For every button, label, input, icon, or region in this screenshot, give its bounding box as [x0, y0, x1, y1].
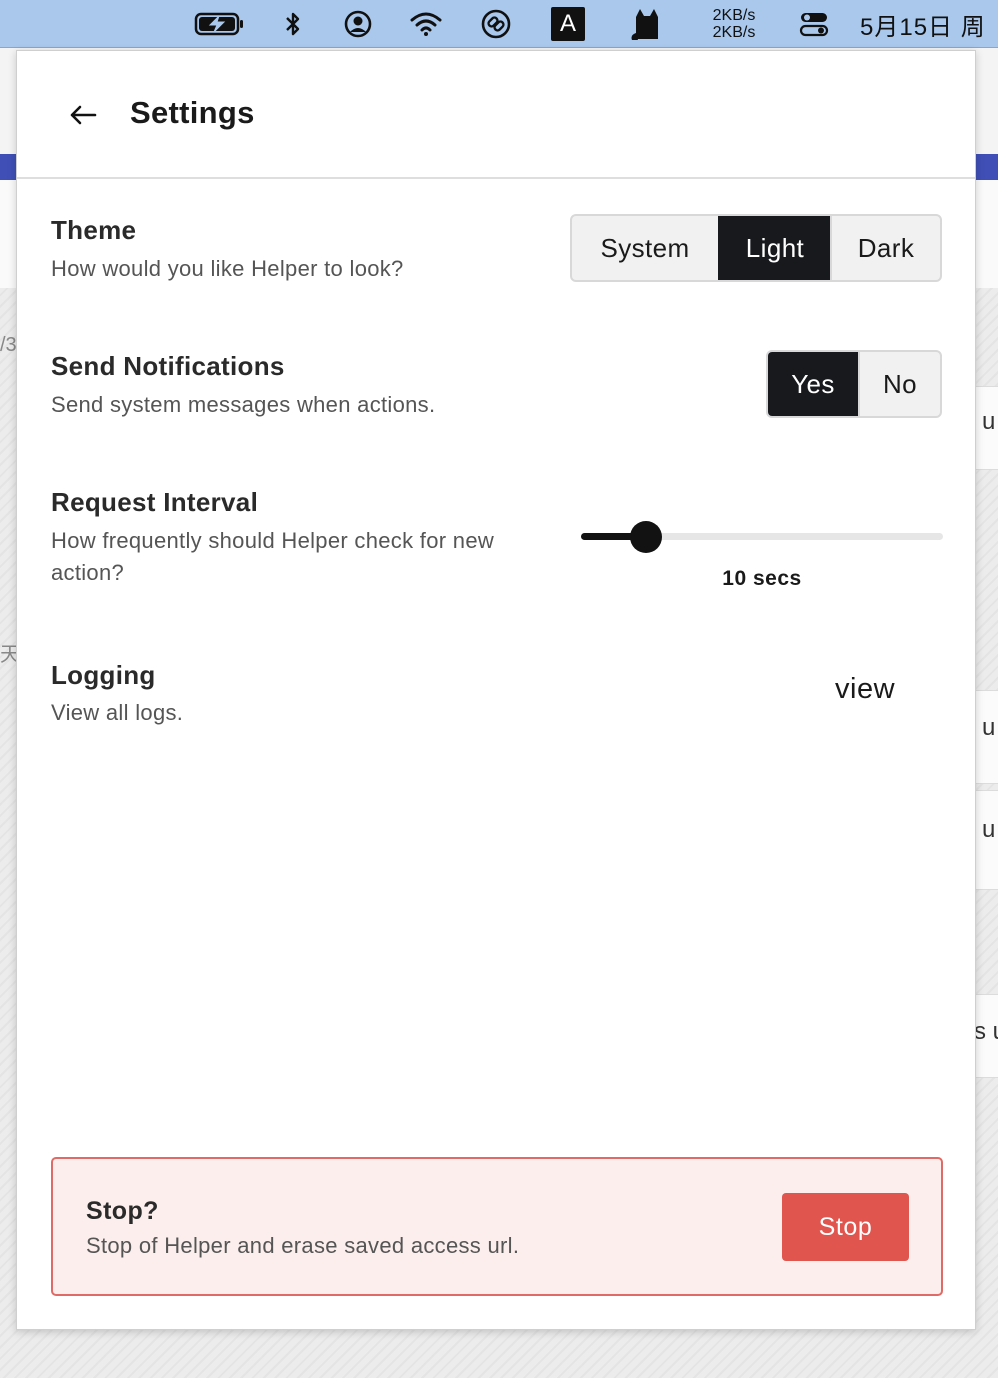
theme-selector: System Light Dark — [570, 214, 942, 282]
background-text: /3 — [0, 334, 17, 356]
notifications-description: Send system messages when actions. — [51, 392, 436, 417]
notifications-selector: Yes No — [766, 350, 942, 418]
theme-option-dark[interactable]: Dark — [830, 216, 940, 280]
network-download-rate: 2KB/s — [712, 24, 756, 41]
notifications-title: Send Notifications — [51, 351, 285, 381]
request-interval-description: How frequently should Helper check for n… — [51, 528, 495, 585]
battery-charging-icon[interactable] — [192, 0, 248, 48]
arrow-left-icon — [70, 105, 97, 125]
link-icon[interactable] — [478, 0, 514, 48]
theme-description: How would you like Helper to look? — [51, 256, 404, 281]
input-method-icon[interactable]: A — [551, 0, 585, 48]
logging-description: View all logs. — [51, 700, 184, 725]
input-method-label: A — [551, 7, 585, 41]
theme-option-light[interactable]: Light — [718, 216, 830, 280]
slider-thumb[interactable] — [630, 521, 662, 553]
user-account-icon[interactable] — [340, 0, 376, 48]
bluetooth-icon[interactable] — [278, 0, 308, 48]
logging-title: Logging — [51, 660, 156, 690]
theme-title: Theme — [51, 215, 137, 245]
request-interval-slider[interactable] — [581, 519, 943, 555]
wifi-icon[interactable] — [406, 0, 446, 48]
request-interval-value: 10 secs — [722, 567, 802, 590]
notifications-option-no[interactable]: No — [858, 352, 940, 416]
notifications-option-yes[interactable]: Yes — [768, 352, 858, 416]
stop-button[interactable]: Stop — [782, 1193, 909, 1261]
request-interval-title: Request Interval — [51, 487, 259, 517]
settings-header: Settings — [17, 51, 975, 179]
page-title: Settings — [130, 95, 255, 130]
stop-title: Stop? — [86, 1197, 159, 1225]
menu-bar: A 2KB/s 2KB/s 5月15日 周 — [0, 0, 998, 48]
back-button[interactable] — [63, 95, 103, 135]
background-text: u — [982, 714, 996, 741]
stop-description: Stop of Helper and erase saved access ur… — [86, 1233, 520, 1258]
menu-bar-clock[interactable]: 5月15日 周 — [860, 0, 998, 48]
control-center-icon[interactable] — [796, 0, 832, 48]
theme-option-system[interactable]: System — [572, 216, 718, 280]
background-text: u — [982, 816, 996, 843]
background-text: u — [982, 408, 996, 435]
view-logs-link[interactable]: view — [835, 673, 895, 706]
background-text: s u — [974, 1018, 998, 1045]
settings-panel: Settings Theme How would you like Helper… — [16, 50, 976, 1330]
network-upload-rate: 2KB/s — [712, 7, 756, 24]
cat-icon[interactable] — [626, 0, 666, 48]
network-speed[interactable]: 2KB/s 2KB/s — [700, 0, 768, 48]
stop-helper-card: Stop? Stop of Helper and erase saved acc… — [51, 1157, 943, 1296]
